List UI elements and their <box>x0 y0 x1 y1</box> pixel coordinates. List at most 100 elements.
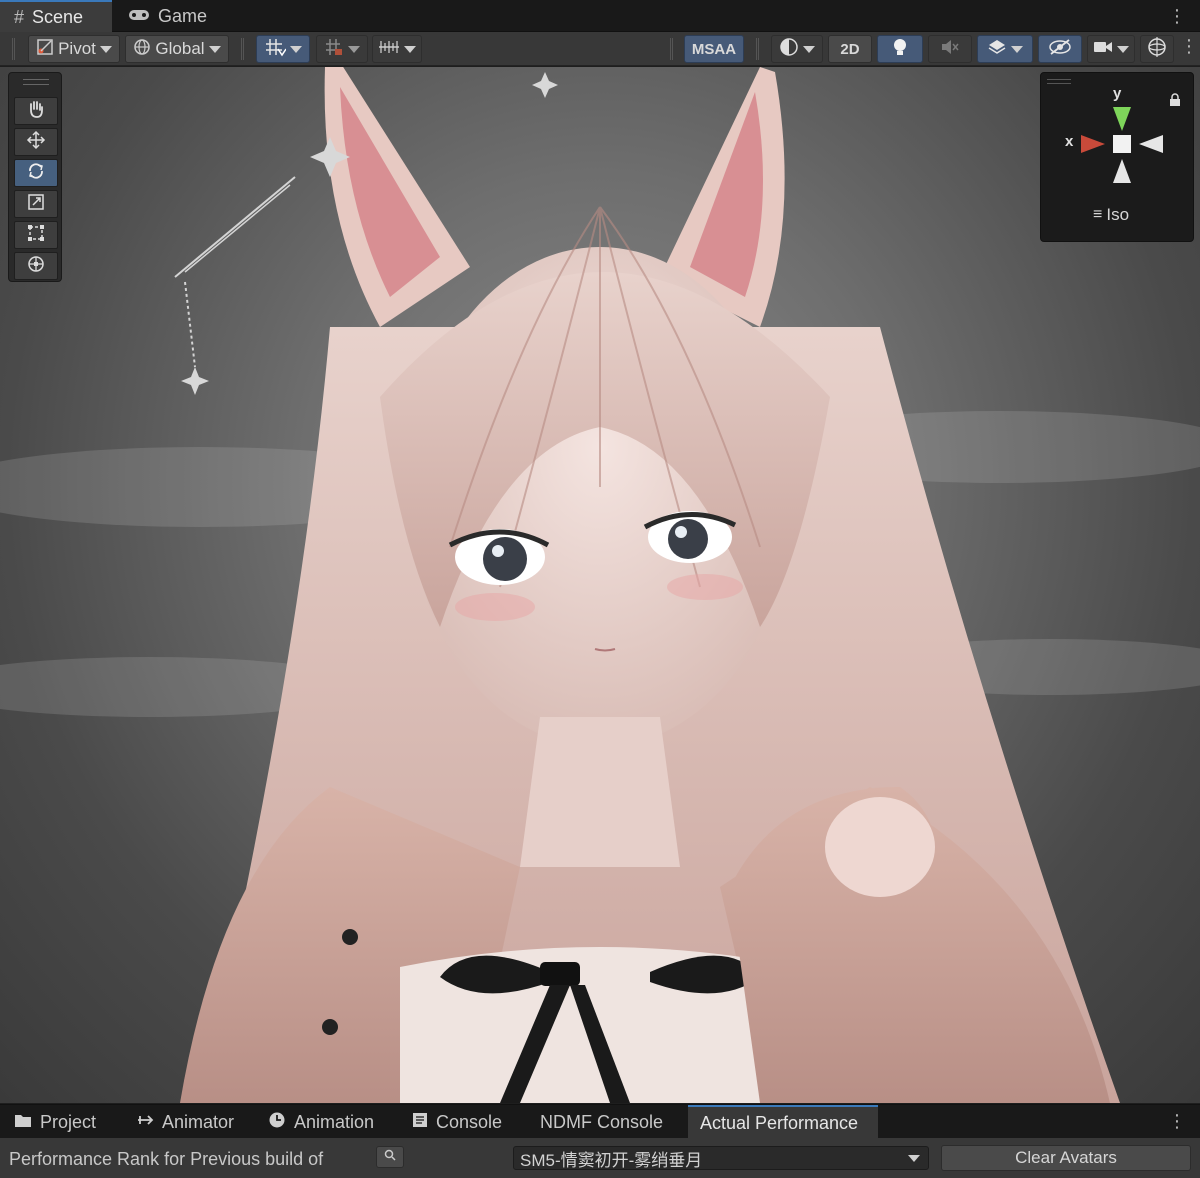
scene-viewport[interactable]: y x ≡ Iso <box>0 67 1200 1103</box>
toolbar-grip-icon <box>756 38 759 60</box>
rect-tool-button[interactable] <box>14 221 58 249</box>
toolbar-grip-icon <box>670 38 673 60</box>
search-icon <box>384 1148 396 1166</box>
projection-toggle[interactable]: ≡ Iso <box>1093 205 1129 225</box>
move-tool-button[interactable] <box>14 128 58 156</box>
draw-mode-dropdown[interactable] <box>771 35 823 63</box>
projection-label: Iso <box>1106 205 1130 224</box>
performance-panel: Performance Rank for Previous build of S… <box>0 1138 1200 1178</box>
bottom-menu-icon[interactable]: ⋮ <box>1168 1111 1186 1132</box>
ruler-dropdown[interactable] <box>372 35 422 63</box>
clear-avatars-button[interactable]: Clear Avatars <box>941 1145 1191 1171</box>
scale-tool-button[interactable] <box>14 190 58 218</box>
orientation-gizmo[interactable]: y x ≡ Iso <box>1040 72 1194 242</box>
toolbar-grip-icon <box>12 38 15 60</box>
window-tab-bar: # Scene Game ⋮ <box>0 0 1200 32</box>
hidden-objects-toggle[interactable] <box>1038 35 1082 63</box>
tab-animation[interactable]: Animation <box>256 1105 386 1139</box>
lighting-toggle[interactable] <box>877 35 923 63</box>
hamburger-icon: ≡ <box>1093 206 1103 223</box>
mute-speaker-icon <box>940 38 960 61</box>
pivot-icon <box>36 38 54 61</box>
grid-snap-icon <box>264 37 287 62</box>
scale-icon <box>26 192 46 217</box>
tab-game[interactable]: Game <box>114 0 224 32</box>
lock-icon[interactable] <box>1169 93 1181 112</box>
gamepad-icon <box>128 6 150 27</box>
x-axis-label: x <box>1065 133 1074 150</box>
chevron-down-icon <box>908 1155 920 1162</box>
chevron-down-icon <box>803 45 815 53</box>
chevron-down-icon <box>99 45 112 53</box>
performance-rank-label: Performance Rank for Previous build of <box>9 1149 324 1169</box>
tab-console[interactable]: Console <box>400 1105 514 1139</box>
pivot-dropdown[interactable]: Pivot <box>28 35 120 63</box>
chevron-down-icon <box>1117 45 1129 53</box>
y-axis-label: y <box>1113 85 1122 102</box>
folder-icon <box>14 1112 32 1133</box>
tab-ndmf-console[interactable]: NDMF Console <box>528 1105 675 1139</box>
transform-tool-button[interactable] <box>14 252 58 280</box>
tab-project[interactable]: Project <box>2 1105 108 1139</box>
move-arrows-icon <box>26 130 46 155</box>
tab-ndmf-console-label: NDMF Console <box>540 1111 664 1132</box>
rect-transform-icon <box>26 223 46 248</box>
layers-icon <box>987 38 1007 61</box>
tab-menu-icon[interactable]: ⋮ <box>1168 6 1186 27</box>
clock-icon <box>268 1111 286 1134</box>
ruler-icon <box>378 38 400 61</box>
global-dropdown[interactable]: Global <box>125 35 229 63</box>
grid-snapping-toggle[interactable] <box>256 35 310 63</box>
globe-icon <box>133 38 151 61</box>
toolbar-grip-icon <box>241 38 244 60</box>
chevron-down-icon <box>348 45 360 53</box>
msaa-label: MSAA <box>691 40 737 58</box>
tab-animator[interactable]: Animator <box>124 1105 246 1139</box>
msaa-toggle[interactable]: MSAA <box>684 35 744 63</box>
transform-gizmo-icon <box>26 254 46 279</box>
2d-label: 2D <box>840 40 860 58</box>
hand-tool-button[interactable] <box>14 97 58 125</box>
gizmos-dropdown[interactable] <box>1140 35 1174 63</box>
audio-toggle[interactable] <box>928 35 972 63</box>
global-label: Global <box>155 39 205 58</box>
tab-scene-label: Scene <box>32 6 84 27</box>
tab-actual-performance-label: Actual Performance <box>700 1112 859 1133</box>
eye-slash-icon <box>1048 38 1072 61</box>
animator-icon <box>136 1112 154 1133</box>
tab-animator-label: Animator <box>162 1111 235 1132</box>
hash-icon: # <box>14 6 25 27</box>
rotate-tool-button[interactable] <box>14 159 58 187</box>
pivot-label: Pivot <box>58 39 96 58</box>
palette-grip-icon <box>23 79 49 85</box>
hand-icon <box>26 99 46 124</box>
console-icon <box>412 1112 428 1133</box>
search-button[interactable] <box>376 1146 404 1168</box>
increment-snap-icon <box>324 37 344 62</box>
chevron-down-icon <box>290 45 302 53</box>
effects-dropdown[interactable] <box>977 35 1033 63</box>
chevron-down-icon <box>1011 45 1023 53</box>
increment-snapping-toggle[interactable] <box>316 35 368 63</box>
lightbulb-icon <box>891 37 909 62</box>
gizmo-grip-icon <box>1047 79 1071 84</box>
avatar-render <box>0 67 1200 1103</box>
transform-tool-palette <box>8 72 62 282</box>
avatar-select-value: SM5-情窦初开-雾绡垂月 <box>520 1150 703 1170</box>
tab-scene[interactable]: # Scene <box>0 0 112 32</box>
bottom-tab-bar: Project Animator Animation Console NDMF … <box>0 1104 1200 1139</box>
camera-dropdown[interactable] <box>1087 35 1135 63</box>
toolbar-menu-icon[interactable]: ⋮ <box>1180 36 1198 57</box>
rotate-icon <box>26 161 46 186</box>
camera-icon <box>1093 39 1113 60</box>
tab-game-label: Game <box>158 5 208 26</box>
avatar-select[interactable]: SM5-情窦初开-雾绡垂月 <box>513 1146 929 1170</box>
2d-toggle[interactable]: 2D <box>828 35 872 63</box>
tab-animation-label: Animation <box>294 1111 375 1132</box>
scene-toolbar: Pivot Global MSAA 2D ⋮ <box>0 32 1200 66</box>
chevron-down-icon <box>208 45 221 53</box>
tab-actual-performance[interactable]: Actual Performance <box>688 1105 878 1139</box>
tab-console-label: Console <box>436 1111 503 1132</box>
axis-cones-icon[interactable] <box>1077 103 1167 187</box>
shading-sphere-icon <box>779 37 799 62</box>
